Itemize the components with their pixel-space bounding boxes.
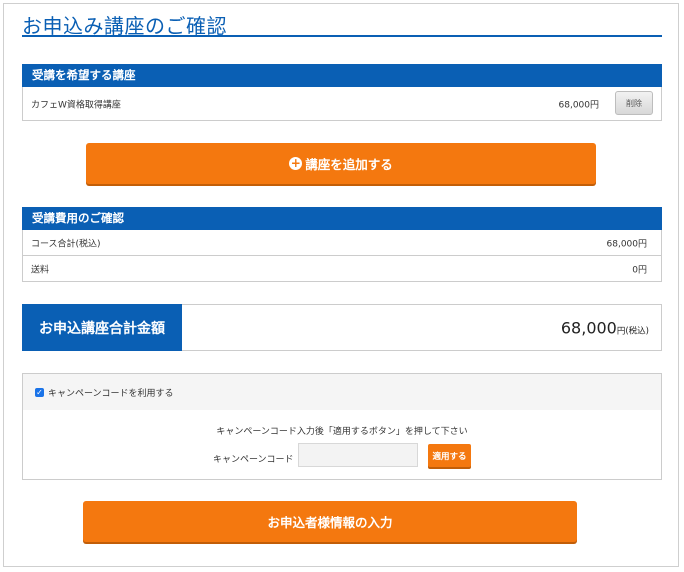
campaign-code-input[interactable]	[298, 443, 418, 467]
total-box: お申込講座合計金額 68,000円(税込)	[22, 304, 662, 351]
campaign-note: キャンペーンコード入力後「適用するボタン」を押して下さい	[216, 427, 468, 437]
fee-row-shipping: 送料 0円	[22, 256, 662, 282]
campaign-box: ✓ キャンペーンコードを利用する キャンペーンコード入力後「適用するボタン」を押…	[22, 373, 662, 480]
delete-course-button[interactable]: 削除	[615, 91, 653, 115]
course-price: 68,000円	[558, 100, 600, 110]
fee-label: 送料	[31, 265, 50, 275]
apply-code-button[interactable]: 適用する	[428, 444, 471, 467]
title-underline	[22, 35, 662, 37]
total-amount: 68,000円(税込)	[561, 318, 649, 337]
campaign-checkbox-row[interactable]: ✓ キャンペーンコードを利用する	[23, 374, 661, 410]
total-amount-unit: 円(税込)	[616, 326, 649, 336]
total-amount-number: 68,000	[560, 318, 617, 337]
total-label: お申込講座合計金額	[22, 304, 182, 351]
courses-section-header: 受講を希望する講座	[22, 64, 662, 87]
proceed-applicant-info-button[interactable]: お申込者様情報の入力	[83, 501, 577, 542]
fees-section-header: 受講費用のご確認	[22, 207, 662, 230]
course-row: カフェW資格取得講座 68,000円 削除	[22, 87, 662, 121]
checkbox-checked-icon[interactable]: ✓	[35, 387, 44, 397]
fee-value: 0円	[632, 265, 647, 275]
course-name: カフェW資格取得講座	[31, 100, 121, 110]
fee-label: コース合計(税込)	[31, 239, 101, 249]
campaign-checkbox-label: キャンペーンコードを利用する	[48, 388, 174, 399]
add-course-button[interactable]: + 講座を追加する	[86, 143, 596, 184]
campaign-code-label: キャンペーンコード	[213, 455, 294, 465]
plus-circle-icon: +	[289, 156, 303, 170]
fee-value: 68,000円	[606, 239, 648, 249]
fee-row-course-total: コース合計(税込) 68,000円	[22, 230, 662, 256]
add-course-label: 講座を追加する	[305, 157, 393, 172]
